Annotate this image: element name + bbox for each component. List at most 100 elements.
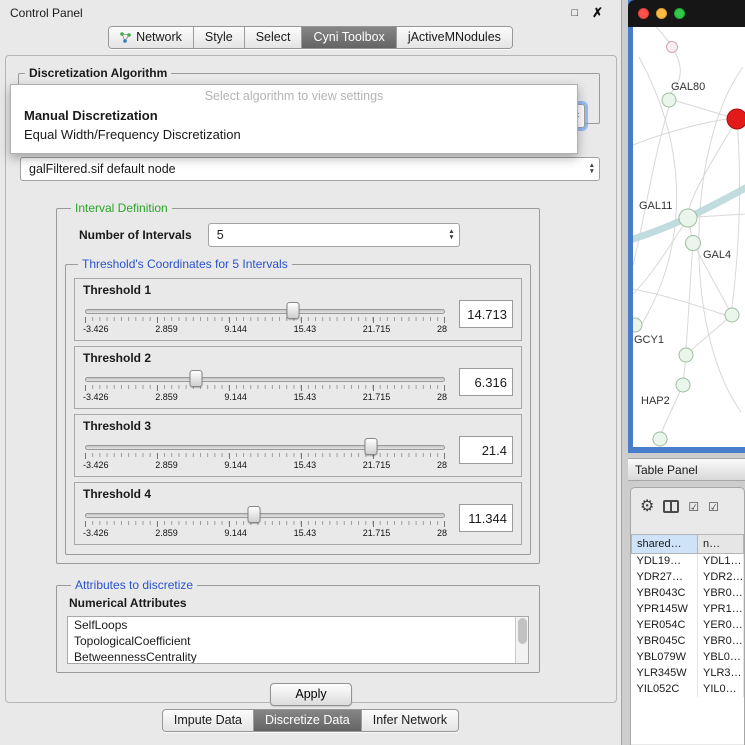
slider-scale-label: 21.715 xyxy=(363,392,391,402)
threshold-list: Threshold 1-3.4262.8599.14415.4321.71528… xyxy=(72,278,524,545)
threshold-value-field[interactable]: 6.316 xyxy=(459,368,513,396)
tab-label: Cyni Toolbox xyxy=(313,30,384,44)
tab-cyni-toolbox[interactable]: Cyni Toolbox xyxy=(302,27,396,48)
network-node-highlighted[interactable] xyxy=(727,109,745,129)
slider-major-ticks xyxy=(85,385,445,391)
table-row[interactable]: YBL079WYBL0… xyxy=(632,649,744,665)
table-cell: YPR145W xyxy=(632,601,698,617)
column-header-shared-name[interactable]: shared… xyxy=(632,535,698,553)
threshold-slider[interactable]: -3.4262.8599.14415.4321.71528 xyxy=(83,368,447,405)
columns-icon[interactable] xyxy=(663,500,679,513)
minimize-traffic-light-icon[interactable] xyxy=(656,8,667,19)
tab-style[interactable]: Style xyxy=(194,27,245,48)
tab-label: jActiveMNodules xyxy=(408,30,501,44)
column-header-name[interactable]: n… xyxy=(698,535,744,553)
table-cell: YBL0… xyxy=(698,649,744,665)
listbox-scrollbar[interactable] xyxy=(515,617,528,663)
attributes-group-title: Attributes to discretize xyxy=(71,578,197,592)
threshold-slider[interactable]: -3.4262.8599.14415.4321.71528 xyxy=(83,300,447,337)
slider-scale-label: 2.859 xyxy=(155,460,178,470)
float-panel-icon[interactable]: □ xyxy=(571,7,578,19)
slider-thumb-icon[interactable] xyxy=(287,302,300,319)
threshold-block: Threshold 2-3.4262.8599.14415.4321.71528… xyxy=(74,346,522,409)
slider-major-ticks xyxy=(85,317,445,323)
close-traffic-light-icon[interactable] xyxy=(638,8,649,19)
attribute-list-item[interactable]: TopologicalCoefficient xyxy=(68,633,528,649)
tab-label: Select xyxy=(256,30,291,44)
thresholds-title: Threshold's Coordinates for 5 Intervals xyxy=(78,257,292,271)
control-panel: Control Panel □ ✗ Network Style Select C… xyxy=(0,0,622,745)
threshold-slider[interactable]: -3.4262.8599.14415.4321.71528 xyxy=(83,504,447,541)
tab-network[interactable]: Network xyxy=(109,27,194,48)
tab-label: Network xyxy=(136,30,182,44)
threshold-value-field[interactable]: 21.4 xyxy=(459,436,513,464)
bottom-tab-bar: Impute Data Discretize Data Infer Networ… xyxy=(0,709,621,732)
network-node[interactable] xyxy=(676,378,690,392)
gear-icon[interactable]: ⚙ xyxy=(640,500,654,514)
close-panel-icon[interactable]: ✗ xyxy=(592,5,603,21)
network-node-label: GAL11 xyxy=(639,200,672,212)
table-cell: YPR1… xyxy=(698,601,744,617)
top-tab-bar: Network Style Select Cyni Toolbox jActiv… xyxy=(0,26,621,49)
slider-track[interactable] xyxy=(85,377,445,382)
table-data-combobox[interactable]: galFiltered.sif default node xyxy=(20,157,600,181)
network-icon xyxy=(120,32,131,43)
tab-discretize-data[interactable]: Discretize Data xyxy=(254,710,362,731)
network-node[interactable] xyxy=(633,318,642,332)
table-cell: YBR0… xyxy=(698,585,744,601)
table-row[interactable]: YER054CYER0… xyxy=(632,617,744,633)
slider-scale-label: 28 xyxy=(437,460,447,470)
table-row[interactable]: YDL19…YDL1… xyxy=(632,553,744,569)
tab-jactivemnodules[interactable]: jActiveMNodules xyxy=(397,27,512,48)
attribute-list-item[interactable]: SelfLoops xyxy=(68,617,528,633)
slider-track[interactable] xyxy=(85,445,445,450)
combobox-value: 5 xyxy=(217,228,224,242)
tab-select[interactable]: Select xyxy=(245,27,303,48)
attributes-listbox[interactable]: SelfLoopsTopologicalCoefficientBetweenne… xyxy=(67,616,529,664)
network-view-window: GAL80 GAL11 GAL4 GCY1 HAP2 xyxy=(628,0,745,453)
slider-track[interactable] xyxy=(85,309,445,314)
table-cell: YBR0… xyxy=(698,633,744,649)
combo-stepper-icon xyxy=(448,229,454,241)
network-node-label: GAL80 xyxy=(671,81,705,93)
table-row[interactable]: YLR345WYLR3… xyxy=(632,665,744,681)
dropdown-placeholder: Select algorithm to view settings xyxy=(11,85,577,106)
dropdown-option-equal-width-frequency[interactable]: Equal Width/Frequency Discretization xyxy=(11,125,577,144)
slider-scale-label: 28 xyxy=(437,528,447,538)
table-row[interactable]: YBR043CYBR0… xyxy=(632,585,744,601)
slider-thumb-icon[interactable] xyxy=(189,370,202,387)
network-canvas[interactable]: GAL80 GAL11 GAL4 GCY1 HAP2 xyxy=(633,27,745,447)
attribute-list-item[interactable]: BetweennessCentrality xyxy=(68,649,528,664)
network-node[interactable] xyxy=(653,432,667,446)
threshold-value-field[interactable]: 14.713 xyxy=(459,300,513,328)
network-node[interactable] xyxy=(679,348,693,362)
network-node[interactable] xyxy=(679,209,697,227)
node-table-body: YDL19…YDL1…YDR27…YDR2…YBR043CYBR0…YPR145… xyxy=(632,553,744,697)
apply-button[interactable]: Apply xyxy=(270,683,351,706)
network-node[interactable] xyxy=(662,93,676,107)
zoom-traffic-light-icon[interactable] xyxy=(674,8,685,19)
slider-track[interactable] xyxy=(85,513,445,518)
slider-thumb-icon[interactable] xyxy=(364,438,377,455)
table-row[interactable]: YPR145WYPR1… xyxy=(632,601,744,617)
threshold-slider[interactable]: -3.4262.8599.14415.4321.71528 xyxy=(83,436,447,473)
network-node[interactable] xyxy=(725,308,739,322)
threshold-value-field[interactable]: 11.344 xyxy=(459,504,513,532)
checkbox-icon[interactable]: ☑ xyxy=(688,501,699,513)
network-window-titlebar xyxy=(628,0,745,27)
table-panel-window: ⚙ ☑ ☑ shared… n… YDL19…YDL1…YDR27…YDR2…Y… xyxy=(630,487,745,745)
dropdown-option-manual-discretization[interactable]: Manual Discretization xyxy=(11,106,577,125)
number-of-intervals-combobox[interactable]: 5 xyxy=(208,223,460,247)
tab-infer-network[interactable]: Infer Network xyxy=(362,710,458,731)
network-node[interactable] xyxy=(686,236,701,251)
table-cell: YLR345W xyxy=(632,665,698,681)
checkbox-icon[interactable]: ☑ xyxy=(708,501,719,513)
table-row[interactable]: YIL052CYIL0… xyxy=(632,681,744,697)
slider-thumb-icon[interactable] xyxy=(248,506,261,523)
table-row[interactable]: YBR045CYBR0… xyxy=(632,633,744,649)
table-row[interactable]: YDR27…YDR2… xyxy=(632,569,744,585)
tab-impute-data[interactable]: Impute Data xyxy=(163,710,254,731)
table-cell: YBL079W xyxy=(632,649,698,665)
network-node[interactable] xyxy=(667,42,678,53)
scrollbar-thumb[interactable] xyxy=(518,618,527,644)
